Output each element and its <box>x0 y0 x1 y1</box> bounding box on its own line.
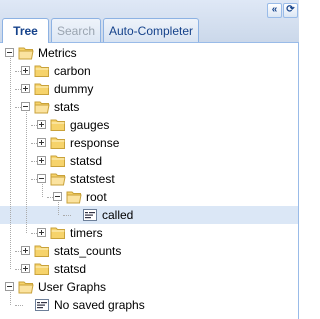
tree-node-label: root <box>86 190 107 204</box>
folder-icon <box>34 82 50 96</box>
tree-node-label: Metrics <box>38 46 77 60</box>
tree-node-label: No saved graphs <box>54 298 145 312</box>
tree-node[interactable]: No saved graphs <box>0 296 298 314</box>
tab-bar: « ⟳ Tree Search Auto-Completer <box>0 0 299 43</box>
folder-open-icon <box>18 280 34 294</box>
tree-node[interactable]: root <box>0 188 298 206</box>
tree-node[interactable]: timers <box>0 224 298 242</box>
tab-auto-completer[interactable]: Auto-Completer <box>103 18 199 42</box>
metrics-tree: Metrics carbon dummy stats gauges response sta… <box>0 43 299 319</box>
folder-icon <box>34 64 50 78</box>
collapse-icon[interactable] <box>5 282 14 291</box>
tree-node-label: gauges <box>70 118 110 132</box>
graph-browser-panel: « ⟳ Tree Search Auto-Completer Metrics ca… <box>0 0 299 319</box>
folder-icon <box>34 244 50 258</box>
tab-search: Search <box>51 18 101 42</box>
folder-icon <box>50 154 66 168</box>
folder-open-icon <box>34 100 50 114</box>
tree-node-label: statsd <box>70 154 103 168</box>
tree-node[interactable]: statsd <box>0 260 298 278</box>
graph-leaf-icon <box>34 297 50 313</box>
tree-node-label: called <box>102 208 134 222</box>
tree-node[interactable]: statstest <box>0 170 298 188</box>
folder-open-icon <box>66 190 82 204</box>
tree-node-label: response <box>70 136 120 150</box>
tree-node[interactable]: response <box>0 134 298 152</box>
tree-node[interactable]: stats <box>0 98 298 116</box>
folder-icon <box>34 262 50 276</box>
collapse-icon[interactable] <box>37 174 46 183</box>
graph-leaf-icon <box>82 207 98 223</box>
folder-icon <box>50 118 66 132</box>
folder-open-icon <box>18 46 34 60</box>
tree-node[interactable]: statsd <box>0 152 298 170</box>
tree-connector <box>63 215 71 216</box>
collapse-icon[interactable] <box>5 48 14 57</box>
folder-icon <box>50 136 66 150</box>
expand-icon[interactable] <box>21 66 30 75</box>
expand-icon[interactable] <box>21 84 30 93</box>
tree-node[interactable]: stats_counts <box>0 242 298 260</box>
collapse-left-icon[interactable]: « <box>267 3 282 18</box>
tree-guide-line <box>10 58 11 269</box>
tree-guide-line <box>42 184 43 197</box>
expand-icon[interactable] <box>21 264 30 273</box>
tree-node[interactable]: gauges <box>0 116 298 134</box>
collapse-icon[interactable] <box>21 102 30 111</box>
tree-node-label: User Graphs <box>38 280 107 294</box>
tree-node[interactable]: dummy <box>0 80 298 98</box>
expand-icon[interactable] <box>21 246 30 255</box>
tab-tree[interactable]: Tree <box>2 18 49 43</box>
tree-node-label: carbon <box>54 64 91 78</box>
tree-connector <box>15 305 23 306</box>
folder-open-icon <box>50 172 66 186</box>
expand-icon[interactable] <box>37 228 46 237</box>
refresh-icon[interactable]: ⟳ <box>283 3 298 18</box>
tree-guide-line <box>58 202 59 215</box>
tree-node-label: timers <box>70 226 103 240</box>
collapse-icon[interactable] <box>53 192 62 201</box>
expand-icon[interactable] <box>37 138 46 147</box>
tree-node-label: dummy <box>54 82 94 96</box>
tree-guide-line <box>10 292 11 305</box>
expand-icon[interactable] <box>37 156 46 165</box>
tree-node-label: statsd <box>54 262 87 276</box>
tree-node-label: statstest <box>70 172 115 186</box>
tree-node[interactable]: carbon <box>0 62 298 80</box>
tree-node-label: stats <box>54 100 80 114</box>
tree-guide-line <box>26 112 27 233</box>
tree-node[interactable]: called <box>0 206 298 224</box>
tree-node[interactable]: User Graphs <box>0 278 298 296</box>
expand-icon[interactable] <box>37 120 46 129</box>
tree-node[interactable]: Metrics <box>0 44 298 62</box>
tree-node-label: stats_counts <box>54 244 122 258</box>
folder-icon <box>50 226 66 240</box>
